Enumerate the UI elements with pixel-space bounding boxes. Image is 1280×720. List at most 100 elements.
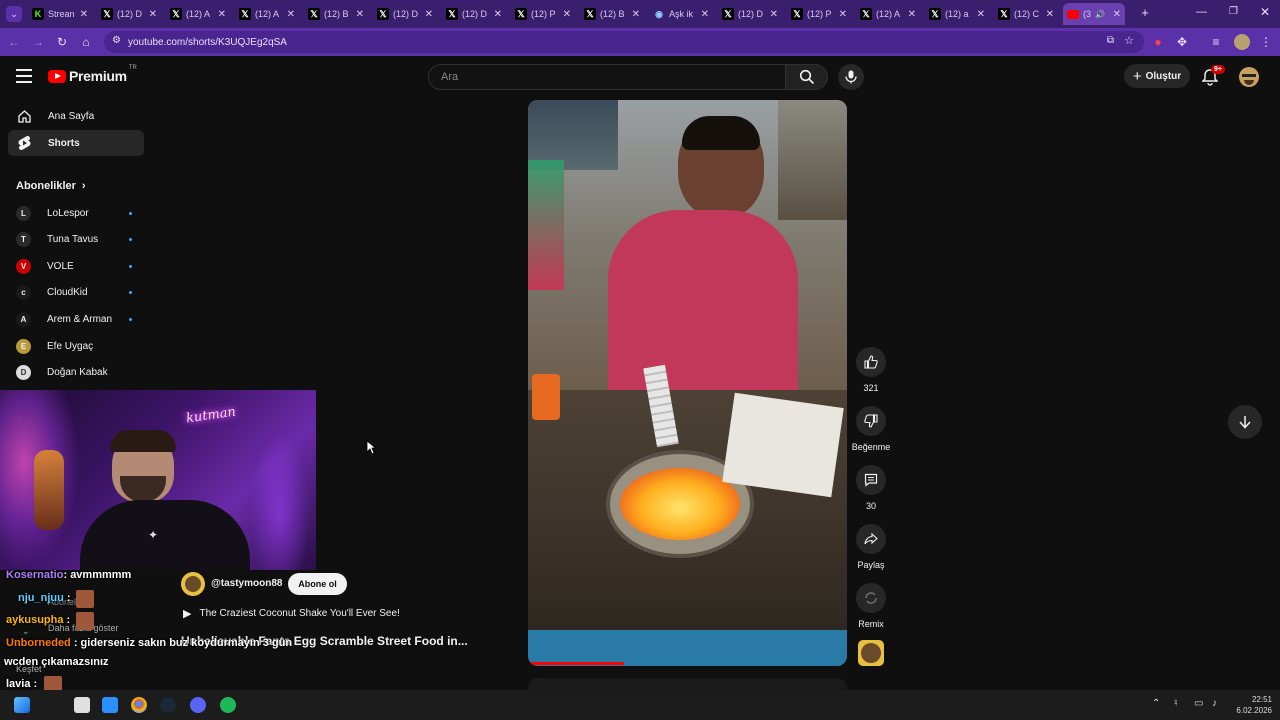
search-button[interactable] (786, 64, 828, 90)
browser-tab[interactable]: 𝕏 (12) D ✕ (97, 3, 161, 25)
subscription-item[interactable]: D Doğan Kabak (8, 360, 144, 386)
like-button[interactable]: 321 (849, 347, 893, 393)
media-control-icon[interactable]: ≡ (1208, 34, 1224, 50)
remix-button[interactable]: Remix (849, 583, 893, 629)
browser-tab[interactable]: 𝕏 (12) B ✕ (580, 3, 644, 25)
browser-tab[interactable]: 𝕏 (12) P ✕ (787, 3, 851, 25)
discord-icon[interactable] (190, 697, 206, 713)
tab-close-icon[interactable]: ✕ (356, 9, 364, 20)
browser-tab[interactable]: 𝕏 (12) D ✕ (442, 3, 506, 25)
browser-tab[interactable]: 𝕏 (12) A ✕ (856, 3, 920, 25)
browser-menu-icon[interactable]: ⋮ (1258, 34, 1274, 50)
subscribe-button[interactable]: Abone ol (288, 573, 347, 595)
profile-avatar[interactable] (1234, 34, 1250, 50)
subscription-item[interactable]: T Tuna Tavus (8, 227, 144, 253)
browser-tab[interactable]: K Strean ✕ (28, 3, 92, 25)
tab-close-icon[interactable]: ✕ (218, 9, 226, 20)
share-button[interactable]: Paylaş (849, 524, 893, 570)
browser-tab[interactable]: 𝕏 (12) A ✕ (235, 3, 299, 25)
extension-red-icon[interactable]: ● (1150, 34, 1166, 50)
file-explorer-icon[interactable] (74, 697, 90, 713)
tab-close-icon[interactable]: ✕ (977, 9, 985, 20)
restore-window-button[interactable]: ❐ (1229, 6, 1238, 17)
tab-close-icon[interactable]: ✕ (632, 9, 640, 20)
tab-list-button[interactable]: ⌄ (6, 6, 22, 22)
tab-close-icon[interactable]: ✕ (701, 9, 709, 20)
account-avatar[interactable] (1239, 67, 1259, 87)
minimize-window-button[interactable]: — (1196, 6, 1207, 18)
chrome-icon[interactable] (131, 697, 147, 713)
tray-volume-icon[interactable]: ♪ (1212, 698, 1217, 709)
chat-message: Unborneded : giderseniz sakın buz koydur… (6, 637, 292, 649)
extensions-puzzle-icon[interactable]: ✥ (1174, 34, 1190, 50)
tray-chevron-icon[interactable]: ⌃ (1152, 698, 1160, 709)
channel-handle[interactable]: @tastymoon88 (211, 578, 282, 589)
audio-playing-icon[interactable]: 🔊 (1095, 10, 1105, 19)
address-bar[interactable]: ⚙ youtube.com/shorts/K3UQJEg2qSA ⧉ ☆ (104, 31, 1144, 53)
tab-close-icon[interactable]: ✕ (149, 9, 157, 20)
chat-text: : giderseniz sakın buz koydurmayın 3 gün (70, 637, 293, 649)
forward-icon[interactable]: → (30, 34, 46, 50)
tab-close-icon[interactable]: ✕ (563, 9, 571, 20)
browser-tab[interactable]: 𝕏 (12) D ✕ (373, 3, 437, 25)
browser-tab[interactable]: (3 🔊 ✕ (1063, 3, 1125, 25)
video-progress-bar[interactable] (528, 662, 624, 665)
spotify-icon[interactable] (220, 697, 236, 713)
shorts-video-player[interactable] (528, 100, 847, 666)
close-window-button[interactable]: ✕ (1260, 5, 1270, 19)
subscription-item[interactable]: A Arem & Arman (8, 306, 144, 332)
browser-tab[interactable]: ◉ Aşk ik ✕ (649, 3, 713, 25)
subscription-item[interactable]: L LoLespor (8, 200, 144, 226)
tab-close-icon[interactable]: ✕ (908, 9, 916, 20)
subscription-item[interactable]: c CloudKid (8, 280, 144, 306)
subscriptions-heading[interactable]: Abonelikler › (16, 180, 86, 192)
x-icon: 𝕏 (584, 8, 596, 20)
browser-tab[interactable]: 𝕏 (12) a ✕ (925, 3, 989, 25)
comments-button[interactable]: 30 (849, 465, 893, 511)
dislike-button[interactable]: Beğenme (849, 406, 893, 452)
browser-tab[interactable]: 𝕏 (12) D ✕ (718, 3, 782, 25)
channel-avatar[interactable] (181, 572, 205, 596)
subscription-item[interactable]: E Efe Uygaç (8, 333, 144, 359)
reload-icon[interactable]: ↻ (54, 34, 70, 50)
menu-icon[interactable] (16, 69, 32, 83)
tab-close-icon[interactable]: ✕ (287, 9, 295, 20)
next-short-preview[interactable] (528, 678, 847, 690)
install-app-icon[interactable]: ⧉ (1107, 35, 1114, 46)
sound-thumbnail[interactable] (858, 640, 884, 666)
bookmark-star-icon[interactable]: ☆ (1124, 34, 1134, 47)
related-playlist-link[interactable]: ▶ The Craziest Coconut Shake You'll Ever… (183, 607, 400, 620)
tray-mic-icon[interactable]: ♮ (1174, 698, 1178, 709)
tab-close-icon[interactable]: ✕ (1046, 9, 1054, 20)
search-input[interactable]: Ara (428, 64, 786, 90)
home-icon[interactable]: ⌂ (78, 34, 94, 50)
browser-tab[interactable]: 𝕏 (12) A ✕ (166, 3, 230, 25)
voice-search-button[interactable] (838, 64, 864, 90)
tab-close-icon[interactable]: ✕ (80, 9, 88, 20)
new-tab-button[interactable]: + (1138, 6, 1152, 20)
subscription-item[interactable]: V VOLE (8, 253, 144, 279)
tray-network-icon[interactable]: ▭ (1194, 698, 1203, 709)
steam-icon[interactable] (160, 697, 176, 713)
store-icon[interactable] (102, 697, 118, 713)
next-short-button[interactable] (1228, 405, 1262, 439)
browser-tab[interactable]: 𝕏 (12) B ✕ (304, 3, 368, 25)
tab-close-icon[interactable]: ✕ (1113, 9, 1121, 20)
back-icon[interactable]: ← (6, 34, 22, 50)
channel-avatar: A (16, 311, 31, 327)
notifications-button[interactable]: 9+ (1201, 65, 1225, 86)
windows-start-icon[interactable] (14, 697, 30, 713)
youtube-logo[interactable]: Premium TR (48, 65, 137, 84)
browser-tab[interactable]: 𝕏 (12) P ✕ (511, 3, 575, 25)
browser-tab[interactable]: 𝕏 (12) C ✕ (994, 3, 1058, 25)
tab-close-icon[interactable]: ✕ (494, 9, 502, 20)
tab-close-icon[interactable]: ✕ (425, 9, 433, 20)
create-button[interactable]: + Oluştur (1124, 64, 1190, 88)
sidebar-item-home[interactable]: Ana Sayfa (8, 103, 144, 129)
tab-close-icon[interactable]: ✕ (770, 9, 778, 20)
tray-clock[interactable]: 22:51 6.02.2026 (1236, 694, 1272, 716)
tab-close-icon[interactable]: ✕ (839, 9, 847, 20)
x-icon: 𝕏 (722, 8, 734, 20)
mouse-cursor-icon (366, 440, 376, 455)
site-info-icon[interactable]: ⚙ (112, 35, 121, 46)
